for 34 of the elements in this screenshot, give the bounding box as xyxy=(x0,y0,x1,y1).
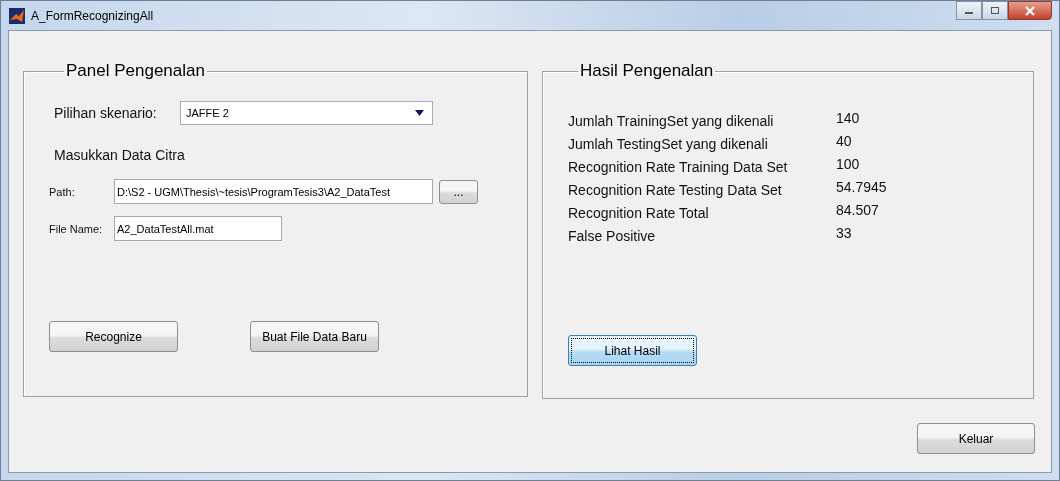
result-label: Recognition Rate Total xyxy=(568,204,710,221)
path-field[interactable]: D:\S2 - UGM\Thesis\~tesis\ProgramTesis3\A2_DataTest xyxy=(114,179,433,204)
scenario-label: Pilihan skenario: xyxy=(54,105,158,121)
browse-button[interactable]: ... xyxy=(439,179,478,204)
action-button[interactable]: Buat File Data Baru xyxy=(250,321,379,352)
panel-title: Hasil Pengenalan xyxy=(579,61,715,81)
result-label: Recognition Rate Testing Data Set xyxy=(568,181,783,198)
minimize-button[interactable] xyxy=(956,1,982,20)
result-value: 54.7945 xyxy=(836,179,887,195)
file-name-field[interactable]: A2_DataTestAll.mat xyxy=(114,216,282,241)
result-value: 40 xyxy=(836,133,852,149)
maximize-button[interactable] xyxy=(982,1,1008,20)
close-button[interactable] xyxy=(1008,1,1052,20)
close-icon xyxy=(1024,5,1036,16)
dropdown-caret-icon xyxy=(415,110,424,116)
exit-button[interactable]: Keluar xyxy=(917,423,1035,454)
result-value: 100 xyxy=(836,156,860,172)
result-label: Recognition Rate Training Data Set xyxy=(568,158,789,175)
section-label: Masukkan Data Citra xyxy=(54,147,186,163)
window-title: A_FormRecognizingAll xyxy=(31,8,154,23)
result-value: 33 xyxy=(836,225,852,241)
maximize-icon xyxy=(990,6,1000,15)
view-results-button[interactable]: Lihat Hasil xyxy=(568,335,697,366)
scenario-dropdown[interactable]: JAFFE 2 xyxy=(180,101,433,125)
result-label: False Positive xyxy=(568,227,657,244)
panel-title: Panel Pengenalan xyxy=(65,61,206,81)
result-value: 140 xyxy=(836,110,860,126)
app-icon xyxy=(9,7,25,24)
file-name-label: File Name: xyxy=(49,222,104,235)
result-label: Jumlah TrainingSet yang dikenali xyxy=(568,112,775,129)
path-label: Path: xyxy=(49,185,76,198)
result-label: Jumlah TestingSet yang dikenali xyxy=(568,135,769,152)
result-value: 84.507 xyxy=(836,202,879,218)
action-button[interactable]: Recognize xyxy=(49,321,178,352)
